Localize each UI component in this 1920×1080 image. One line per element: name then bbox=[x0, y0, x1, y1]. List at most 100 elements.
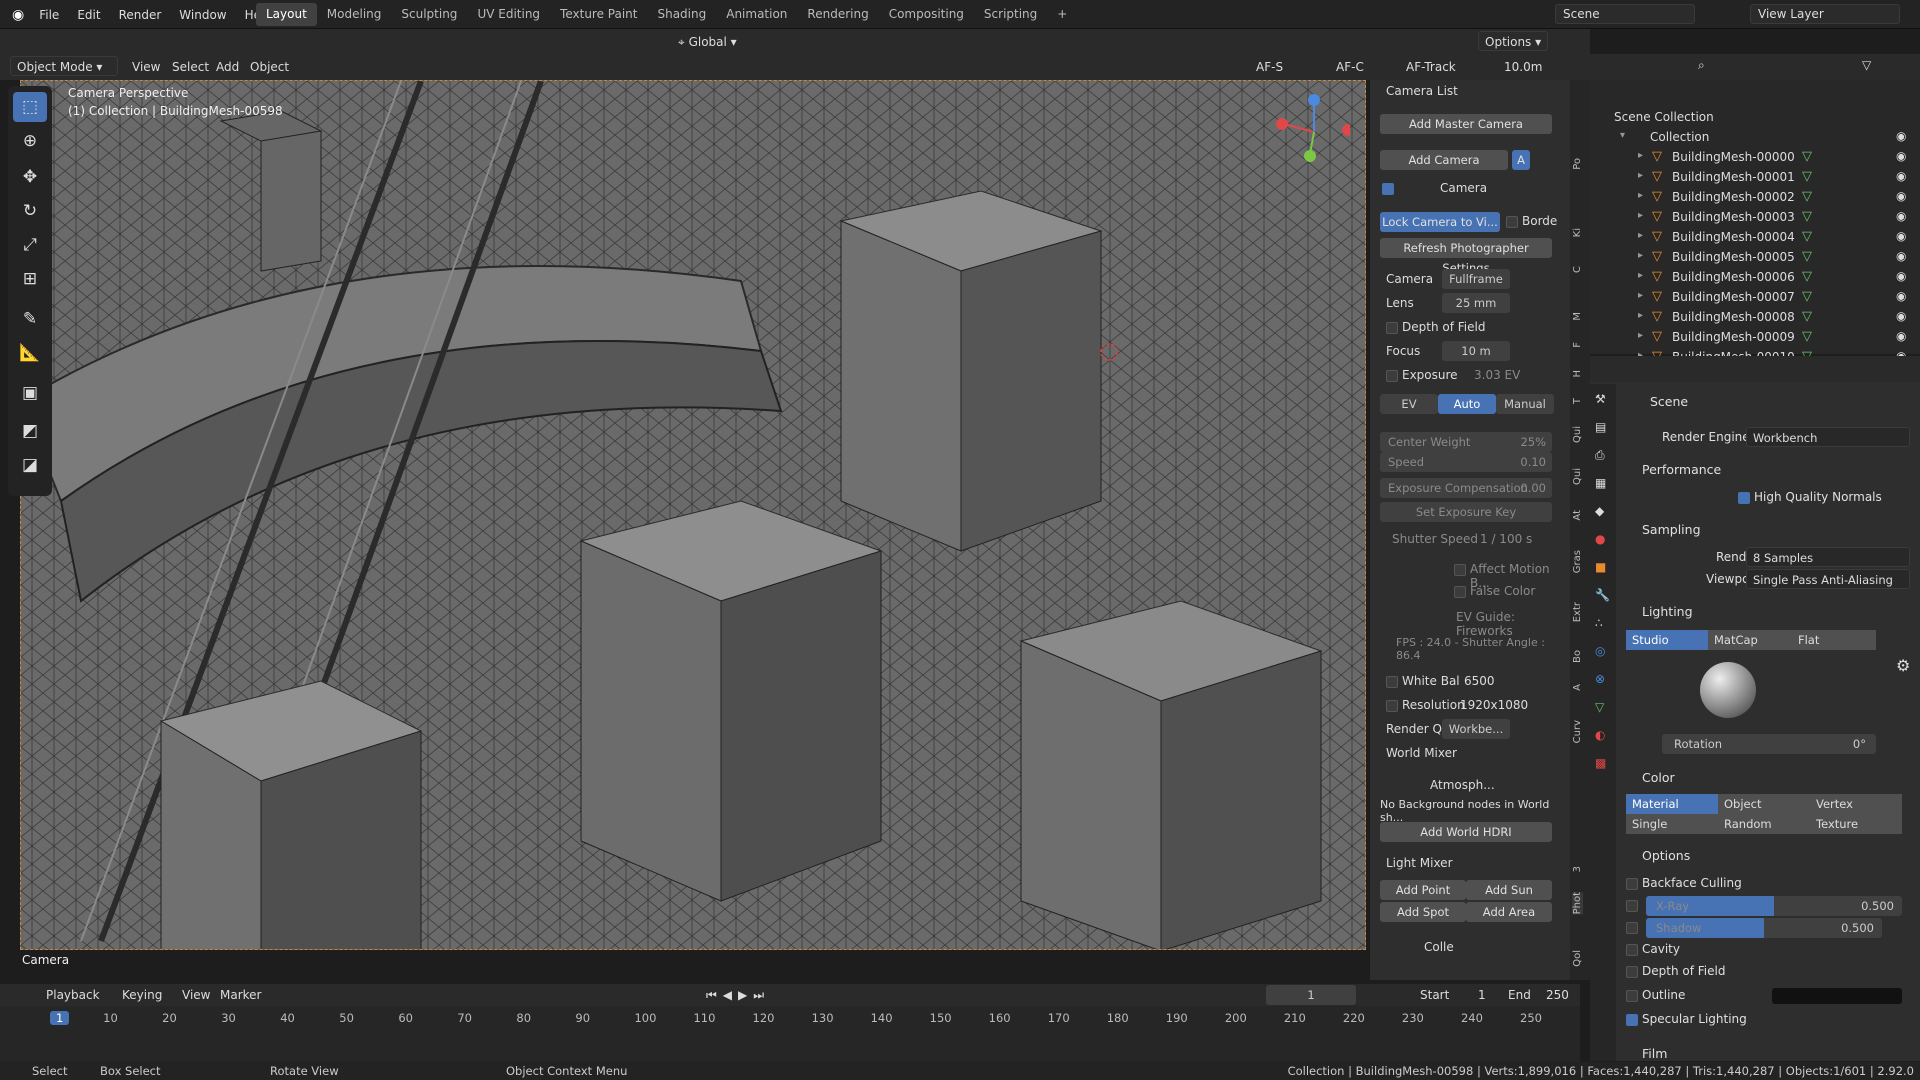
exposure-comp-slider[interactable]: Exposure Compensation 0.00 bbox=[1380, 478, 1552, 498]
texture-tab-icon[interactable]: ▩ bbox=[1595, 756, 1606, 770]
color-random[interactable]: Random bbox=[1718, 814, 1810, 834]
view-layer-tab-icon[interactable]: ▦ bbox=[1595, 476, 1606, 490]
mode-selector[interactable]: Object Mode ▾ bbox=[10, 56, 118, 76]
tab-po[interactable]: Po bbox=[1572, 158, 1583, 170]
auto-button[interactable]: Auto bbox=[1438, 394, 1496, 414]
tab-rendering[interactable]: Rendering bbox=[797, 3, 878, 26]
outline-color-swatch[interactable] bbox=[1772, 988, 1902, 1004]
sort-az-icon[interactable]: A bbox=[1512, 150, 1530, 170]
scene-tab-icon[interactable]: ◆ bbox=[1595, 504, 1604, 518]
specular-checkbox[interactable] bbox=[1626, 1014, 1638, 1026]
tab-layout[interactable]: Layout bbox=[256, 3, 317, 26]
tab-h[interactable]: H bbox=[1572, 370, 1583, 378]
sampling-panel[interactable]: Sampling bbox=[1642, 522, 1701, 537]
tab-shading[interactable]: Shading bbox=[647, 3, 716, 26]
color-material[interactable]: Material bbox=[1626, 794, 1718, 814]
camera-list-header[interactable]: Camera List bbox=[1386, 84, 1458, 98]
studio-light-preview[interactable] bbox=[1700, 662, 1756, 718]
lighting-studio[interactable]: Studio bbox=[1626, 630, 1708, 650]
color-single[interactable]: Single bbox=[1626, 814, 1718, 834]
border-checkbox[interactable] bbox=[1506, 216, 1518, 228]
world-tab-icon[interactable]: ● bbox=[1595, 532, 1605, 546]
camera-item-name[interactable]: Camera bbox=[1440, 181, 1487, 195]
shadow-checkbox[interactable] bbox=[1626, 922, 1638, 934]
focus-section[interactable]: Focus bbox=[1386, 344, 1420, 358]
lighting-flat[interactable]: Flat bbox=[1792, 630, 1876, 650]
transform-orientation[interactable]: ⌖ Global ▾ bbox=[672, 32, 743, 52]
visibility-icon[interactable]: ◉ bbox=[1896, 209, 1906, 223]
color-vertex[interactable]: Vertex bbox=[1810, 794, 1902, 814]
blender-logo-icon[interactable]: ◉ bbox=[6, 7, 30, 23]
menu-window[interactable]: Window bbox=[170, 8, 235, 22]
marker-menu[interactable]: Marker bbox=[214, 985, 267, 1005]
outliner-item[interactable]: ▸ ▽ BuildingMesh-00008 ▽ ◉ bbox=[1590, 308, 1920, 328]
rotate-tool-icon[interactable]: ↻ bbox=[13, 196, 47, 226]
manual-button[interactable]: Manual bbox=[1496, 394, 1554, 414]
false-color-checkbox[interactable] bbox=[1454, 586, 1466, 598]
timeline-view-menu[interactable]: View bbox=[176, 985, 216, 1005]
viewport-samples-dropdown[interactable]: Single Pass Anti-Aliasing bbox=[1746, 569, 1910, 589]
add-world-hdri-button[interactable]: Add World HDRI bbox=[1380, 822, 1552, 842]
visibility-icon[interactable]: ◉ bbox=[1896, 269, 1906, 283]
world-name[interactable]: Atmosph... bbox=[1430, 778, 1495, 792]
lens-value[interactable]: 25 mm bbox=[1442, 293, 1510, 313]
resolution-value[interactable]: 1920x1080 bbox=[1460, 698, 1528, 712]
add-cube-tool-icon[interactable]: ▣ bbox=[13, 378, 47, 408]
menu-file[interactable]: File bbox=[30, 8, 68, 22]
dof-section[interactable]: Depth of Field bbox=[1402, 320, 1485, 334]
ev-button[interactable]: EV bbox=[1380, 394, 1438, 414]
exposure-section[interactable]: Exposure bbox=[1402, 368, 1458, 382]
xray-slider[interactable]: X-Ray 0.500 bbox=[1646, 896, 1902, 916]
tab-animation[interactable]: Animation bbox=[716, 3, 797, 26]
keying-menu[interactable]: Keying bbox=[116, 985, 168, 1005]
add-spot-button[interactable]: Add Spot bbox=[1380, 902, 1466, 922]
shadow-slider[interactable]: Shadow 0.500 bbox=[1646, 918, 1882, 938]
select-box-tool-icon[interactable]: ⬚ bbox=[13, 92, 47, 122]
af-s-button[interactable]: AF-S bbox=[1250, 57, 1289, 77]
outliner-item[interactable]: ▸ ▽ BuildingMesh-00000 ▽ ◉ bbox=[1590, 148, 1920, 168]
data-tab-icon[interactable]: ▽ bbox=[1595, 700, 1604, 714]
shutter-speed-value[interactable]: 1 / 100 s bbox=[1480, 532, 1532, 546]
options-dropdown[interactable]: Options ▾ bbox=[1478, 31, 1549, 51]
cavity-checkbox[interactable] bbox=[1626, 944, 1638, 956]
speed-slider[interactable]: Speed 0.10 bbox=[1380, 452, 1552, 472]
transform-tool-icon[interactable]: ⊞ bbox=[13, 264, 47, 294]
tab-3[interactable]: 3 bbox=[1572, 866, 1583, 872]
dof-checkbox[interactable] bbox=[1386, 322, 1398, 334]
exposure-checkbox[interactable] bbox=[1386, 370, 1398, 382]
backface-culling-checkbox[interactable] bbox=[1626, 878, 1638, 890]
set-exposure-key-button[interactable]: Set Exposure Key bbox=[1380, 502, 1552, 522]
annotate-tool-icon[interactable]: ✎ bbox=[13, 304, 47, 334]
object-tab-icon[interactable]: ■ bbox=[1595, 560, 1606, 574]
focus-value[interactable]: 10 m bbox=[1442, 341, 1510, 361]
world-mixer-header[interactable]: World Mixer bbox=[1386, 746, 1457, 760]
lighting-matcap[interactable]: MatCap bbox=[1708, 630, 1792, 650]
tab-bo[interactable]: Bo bbox=[1572, 650, 1583, 663]
expand-icon[interactable]: ▸ bbox=[1638, 150, 1643, 161]
add-point-button[interactable]: Add Point bbox=[1380, 880, 1466, 900]
tab-extr[interactable]: Extr bbox=[1572, 602, 1583, 622]
tab-ki[interactable]: Ki bbox=[1572, 228, 1583, 237]
scale-tool-icon[interactable]: ⤢ bbox=[13, 230, 47, 260]
add-sun-button[interactable]: Add Sun bbox=[1466, 880, 1552, 900]
expand-icon[interactable]: ▸ bbox=[1638, 290, 1643, 301]
add-area-button[interactable]: Add Area bbox=[1466, 902, 1552, 922]
tab-t[interactable]: T bbox=[1572, 398, 1583, 404]
tab-qui-1[interactable]: Qui bbox=[1572, 426, 1583, 443]
end-value[interactable]: 250 bbox=[1540, 985, 1575, 1005]
tab-at[interactable]: At bbox=[1572, 510, 1583, 521]
start-value[interactable]: 1 bbox=[1472, 985, 1492, 1005]
performance-panel[interactable]: Performance bbox=[1642, 462, 1721, 477]
af-c-button[interactable]: AF-C bbox=[1330, 57, 1370, 77]
particles-tab-icon[interactable]: ∴ bbox=[1595, 616, 1603, 630]
film-panel[interactable]: Film bbox=[1642, 1046, 1667, 1061]
camera-tool-icon[interactable]: ◩ bbox=[13, 416, 47, 446]
expand-icon[interactable]: ▸ bbox=[1638, 230, 1643, 241]
tab-f[interactable]: F bbox=[1572, 342, 1583, 348]
tab-a[interactable]: A bbox=[1572, 684, 1583, 691]
outliner-item[interactable]: ▸ ▽ BuildingMesh-00007 ▽ ◉ bbox=[1590, 288, 1920, 308]
refresh-settings-button[interactable]: Refresh Photographer Settings bbox=[1380, 238, 1552, 275]
outliner-item[interactable]: ▸ ▽ BuildingMesh-00009 ▽ ◉ bbox=[1590, 328, 1920, 348]
tool-tab-icon[interactable]: ⚒ bbox=[1595, 392, 1606, 406]
tab-c[interactable]: C bbox=[1572, 266, 1583, 273]
